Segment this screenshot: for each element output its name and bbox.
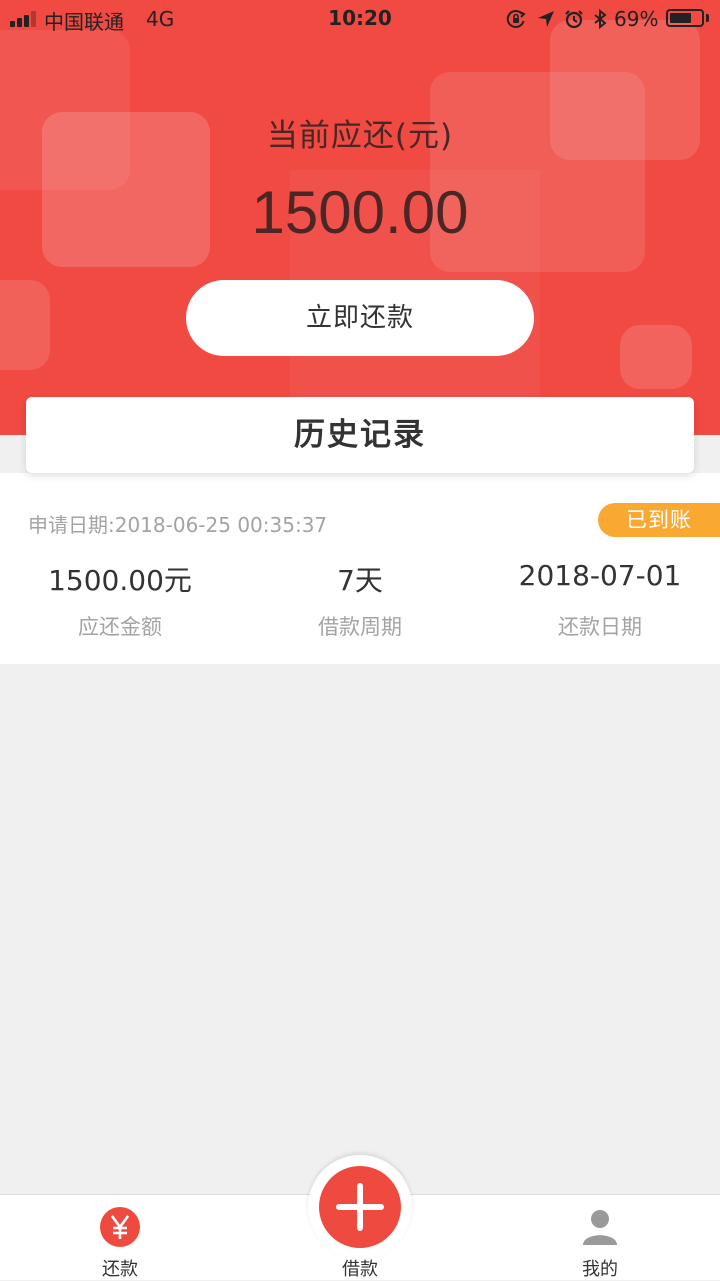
battery-tip — [706, 14, 709, 22]
amount-due-value: 1500.00 — [251, 179, 469, 246]
record-due-date-label: 还款日期 — [558, 615, 642, 639]
status-time: 10:20 — [328, 6, 392, 30]
apply-date: 申请日期:2018-06-25 00:35:37 — [28, 513, 328, 537]
location-arrow-icon — [538, 11, 554, 27]
yen-icon — [100, 1207, 140, 1247]
due-date-column: 2018-07-01 还款日期 — [480, 559, 720, 641]
battery-level — [670, 13, 691, 23]
status-bar: 中国联通 4G 10:20 69% — [0, 0, 720, 40]
plus-icon — [336, 1183, 384, 1231]
tab-repay[interactable]: 还款 — [0, 1195, 240, 1281]
repay-now-button[interactable]: 立即还款 — [186, 280, 534, 356]
record-due-date: 2018-07-01 — [518, 559, 682, 592]
background-decoration — [620, 325, 692, 389]
alarm-icon — [565, 10, 583, 29]
period-column: 7天 借款周期 — [240, 559, 480, 641]
history-record-card[interactable]: 申请日期:2018-06-25 00:35:37 已到账 1500.00元 应还… — [0, 473, 720, 664]
record-period: 7天 — [337, 564, 383, 597]
battery-percentage: 69% — [614, 7, 659, 31]
history-title: 历史记录 — [26, 397, 694, 473]
background-decoration — [0, 280, 50, 370]
orientation-lock-icon — [506, 10, 526, 28]
battery-icon — [666, 9, 704, 27]
record-period-label: 借款周期 — [318, 615, 402, 639]
tab-repay-label: 还款 — [102, 1259, 138, 1280]
tab-mine[interactable]: 我的 — [480, 1195, 720, 1281]
repayment-header: 中国联通 4G 10:20 69% 当前应还(元) 1500.00 立即还款 — [0, 0, 720, 435]
record-amount-label: 应还金额 — [78, 615, 162, 639]
amount-due-label: 当前应还(元) — [266, 118, 454, 154]
status-badge: 已到账 — [598, 503, 720, 537]
record-amount: 1500.00元 — [48, 564, 192, 597]
user-icon — [583, 1210, 617, 1245]
bluetooth-icon — [594, 8, 607, 30]
tab-mine-label: 我的 — [582, 1259, 618, 1280]
amount-column: 1500.00元 应还金额 — [0, 559, 240, 641]
borrow-plus-button[interactable] — [319, 1166, 401, 1248]
